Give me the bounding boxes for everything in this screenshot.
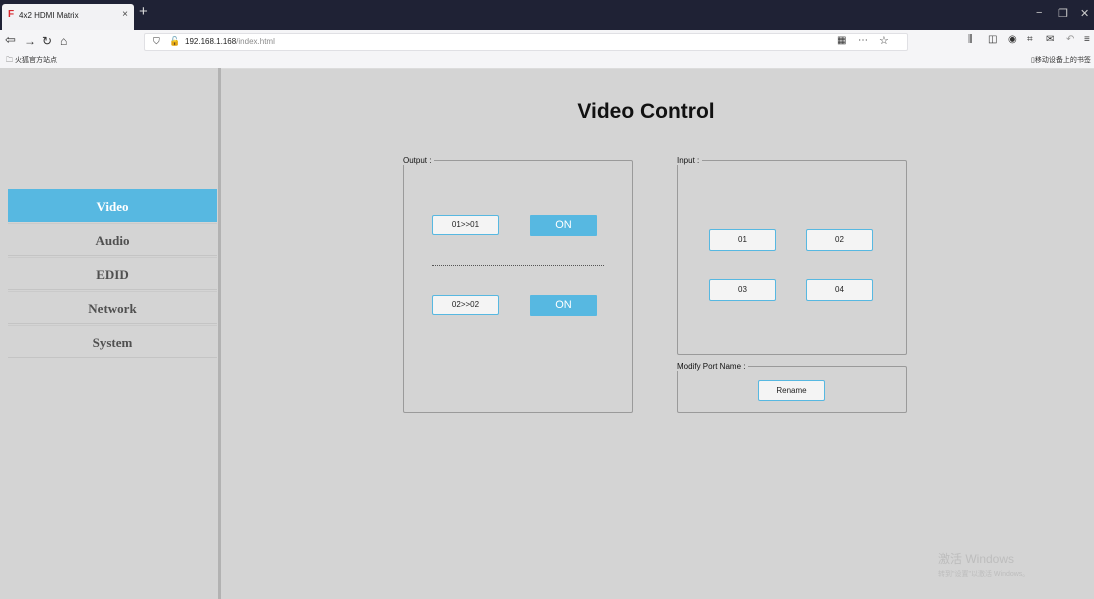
bookmark-folder[interactable]: 🗀 火狐官方站点: [6, 55, 57, 67]
output-02-on-button[interactable]: ON: [530, 295, 597, 316]
browser-nav-bar: ⇦ → ↻ ⌂ ⛉ 🔓 192.168.1.168/index.html ▦ ⋯…: [0, 30, 1094, 52]
sidebar-item-video[interactable]: Video: [8, 189, 217, 222]
insecure-lock-icon[interactable]: 🔓: [169, 36, 180, 47]
minimize-icon[interactable]: −: [1036, 7, 1042, 19]
rename-button[interactable]: Rename: [758, 380, 825, 401]
home-icon[interactable]: ⌂: [60, 34, 67, 48]
account-icon[interactable]: ◉: [1008, 34, 1017, 45]
back-icon[interactable]: ⇦: [5, 32, 16, 48]
page-actions-icon[interactable]: ⋯: [858, 35, 868, 46]
sidebar-item-network[interactable]: Network: [8, 291, 217, 324]
shield-icon[interactable]: ⛉: [153, 36, 160, 47]
bookmark-star-icon[interactable]: ☆: [879, 34, 889, 47]
close-window-icon[interactable]: ✕: [1080, 7, 1089, 20]
input-port-03[interactable]: 03: [709, 279, 776, 301]
windows-activation-watermark: 激活 Windows 转到"设置"以激活 Windows。: [938, 552, 1030, 578]
output-route-01[interactable]: 01>>01: [432, 215, 499, 235]
bookmarks-toolbar: 🗀 火狐官方站点 ▯移动设备上的书签: [0, 52, 1094, 69]
input-port-01[interactable]: 01: [709, 229, 776, 251]
sidebar-item-system[interactable]: System: [8, 325, 217, 358]
library-icon[interactable]: ⫼: [968, 34, 973, 45]
sidebar-toggle-icon[interactable]: ◫: [988, 34, 997, 45]
output-01-on-button[interactable]: ON: [530, 215, 597, 236]
undo-icon[interactable]: ↶: [1066, 34, 1074, 45]
restore-icon[interactable]: ❐: [1058, 7, 1068, 20]
sidebar-item-audio[interactable]: Audio: [8, 223, 217, 256]
modify-port-name-legend: Modify Port Name :: [677, 362, 749, 371]
input-group: Input :: [677, 156, 907, 355]
output-group: Output :: [403, 156, 633, 413]
chat-icon[interactable]: ✉: [1046, 34, 1054, 45]
screenshot-icon[interactable]: ⌗: [1027, 34, 1033, 45]
address-bar[interactable]: ⛉ 🔓 192.168.1.168/index.html ▦ ⋯ ☆: [144, 33, 908, 51]
reload-icon[interactable]: ↻: [42, 34, 52, 48]
new-tab-button[interactable]: +: [139, 3, 148, 20]
site-favicon-icon: F: [8, 9, 15, 20]
tab-close-icon[interactable]: ×: [122, 9, 128, 20]
input-port-04[interactable]: 04: [806, 279, 873, 301]
browser-tab-bar: F 4x2 HDMI Matrix × + − ❐ ✕: [0, 0, 1094, 30]
input-port-02[interactable]: 02: [806, 229, 873, 251]
url-text: 192.168.1.168/index.html: [185, 37, 275, 46]
qr-code-icon[interactable]: ▦: [837, 35, 846, 46]
output-divider: [432, 265, 604, 266]
tab-title: 4x2 HDMI Matrix: [19, 11, 79, 20]
browser-tab[interactable]: F 4x2 HDMI Matrix ×: [2, 4, 134, 30]
mobile-bookmarks[interactable]: ▯移动设备上的书签: [1031, 55, 1091, 65]
output-legend: Output :: [403, 156, 435, 165]
output-route-02[interactable]: 02>>02: [432, 295, 499, 315]
sidebar-item-edid[interactable]: EDID: [8, 257, 217, 290]
input-legend: Input :: [677, 156, 703, 165]
forward-icon[interactable]: →: [24, 34, 36, 48]
menu-icon[interactable]: ≡: [1084, 34, 1090, 45]
page-title: Video Control: [577, 100, 715, 123]
